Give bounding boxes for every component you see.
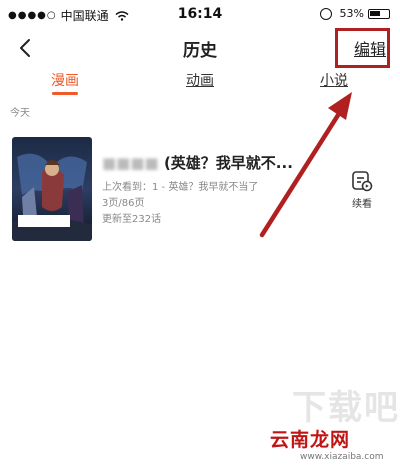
tab-novel[interactable]: 小说 — [294, 70, 374, 90]
read-progress: 3页/86页 — [102, 198, 145, 209]
watermark-url: www.xiazaiba.com — [300, 452, 384, 462]
title-visible: (英雄？我早就不... — [163, 154, 293, 172]
title-redacted: ■■■■ — [102, 154, 159, 172]
history-item[interactable]: ■■■■ (英雄？我早就不... 上次看到：1 - 英雄？我早就不当了 3页/8… — [0, 130, 400, 250]
watermark-text: 云南龙网 — [270, 429, 351, 451]
tab-active-indicator — [52, 92, 78, 95]
rotation-lock-icon — [319, 7, 332, 20]
battery-icon — [368, 8, 390, 19]
comic-title: ■■■■ (英雄？我早就不... — [102, 152, 293, 173]
update-status: 更新至232话 — [102, 214, 162, 225]
status-bar: ●●●●○ 中国联通 16:14 53% — [0, 0, 400, 30]
comic-cover-image — [12, 137, 92, 241]
tab-comic[interactable]: 漫画 — [25, 70, 105, 90]
continue-reading-label: 续看 — [352, 199, 372, 210]
continue-reading-icon — [352, 171, 373, 192]
edit-highlight-box — [335, 28, 390, 68]
back-button[interactable] — [14, 36, 38, 60]
continue-reading-button[interactable]: 续看 — [345, 170, 379, 210]
category-tabs: 漫画 动画 小说 — [0, 70, 400, 98]
section-label-today: 今天 — [10, 108, 30, 119]
watermark-logo: 下载吧 — [292, 388, 400, 428]
tab-animation[interactable]: 动画 — [160, 70, 240, 90]
last-read: 上次看到：1 - 英雄？我早就不当了 — [102, 182, 259, 193]
battery-percent: 53% — [339, 7, 364, 20]
status-right: 53% — [319, 7, 390, 20]
